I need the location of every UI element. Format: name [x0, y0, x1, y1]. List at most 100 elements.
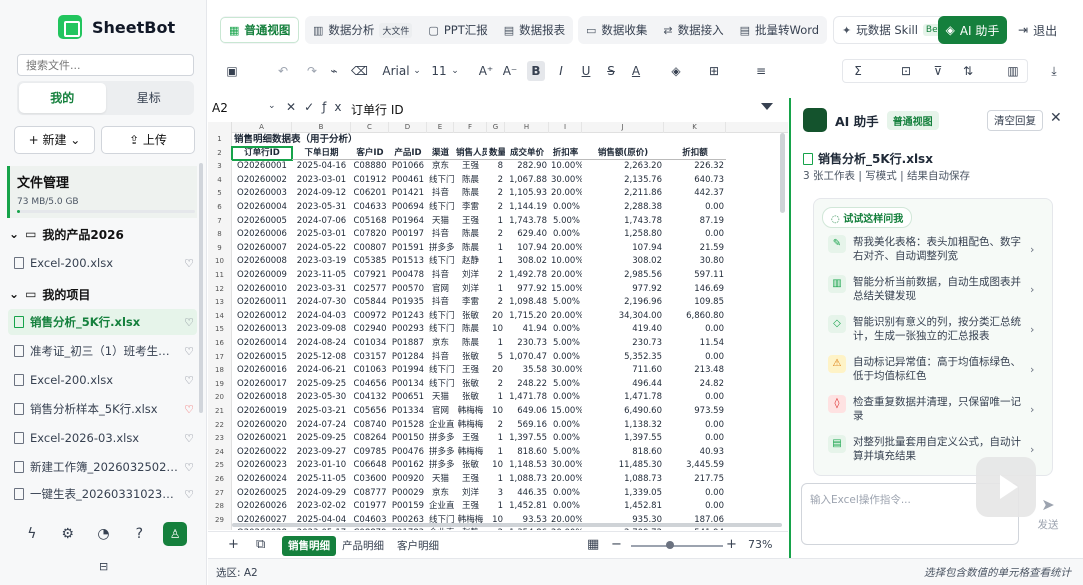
column-header-cell[interactable]: G — [487, 122, 505, 133]
table-cell[interactable]: 1,144.19 — [505, 201, 549, 215]
table-cell[interactable]: 刘洋 — [454, 269, 487, 283]
table-cell[interactable]: 线下门店 — [427, 201, 454, 215]
row-number[interactable]: 21 — [208, 405, 232, 419]
table-cell[interactable]: 1,067.88 — [505, 174, 549, 188]
table-cell[interactable]: P00162 — [389, 459, 427, 473]
table-cell[interactable]: 2,263.20 — [582, 160, 664, 174]
table-cell[interactable]: 2024-09-29 — [292, 487, 351, 501]
table-cell[interactable]: 2024-07-24 — [292, 419, 351, 433]
increase-font-icon[interactable]: A⁺ — [478, 61, 494, 81]
table-cell[interactable]: 李雷 — [454, 201, 487, 215]
table-cell[interactable]: 1,452.81 — [505, 500, 549, 514]
table-cell[interactable]: 20.00% — [549, 310, 582, 324]
table-cell[interactable]: 3,445.59 — [664, 459, 726, 473]
table-cell[interactable]: 天猫 — [427, 391, 454, 405]
table-cell[interactable]: 抖音 — [427, 296, 454, 310]
gear-icon[interactable]: ⚙ — [56, 526, 80, 542]
table-cell[interactable]: 10.00% — [549, 160, 582, 174]
table-cell[interactable]: 2023-03-01 — [292, 174, 351, 188]
column-header-cell[interactable]: B — [292, 122, 351, 133]
table-cell[interactable]: C05385 — [351, 255, 389, 269]
column-header-cell[interactable]: A — [232, 122, 292, 133]
collapse-sidebar-icon[interactable]: ⊟ — [99, 560, 108, 573]
table-cell[interactable]: C03600 — [351, 473, 389, 487]
table-cell[interactable]: 1,492.78 — [505, 269, 549, 283]
add-sheet-icon[interactable]: + — [228, 537, 239, 552]
table-cell[interactable]: 1 — [487, 283, 505, 297]
user-icon[interactable]: ♙ — [163, 522, 188, 546]
grid-vertical-scrollbar[interactable] — [780, 133, 785, 213]
table-cell[interactable]: 34,304.00 — [582, 310, 664, 324]
table-cell[interactable]: 2023-09-08 — [292, 323, 351, 337]
table-cell[interactable]: 419.40 — [582, 323, 664, 337]
table-cell[interactable]: 11.54 — [664, 337, 726, 351]
table-cell[interactable]: 20 — [487, 310, 505, 324]
table-cell[interactable]: C08740 — [351, 419, 389, 433]
table-cell[interactable]: 10 — [487, 459, 505, 473]
sidebar-scrollbar[interactable] — [199, 163, 203, 413]
table-cell[interactable]: 2 — [487, 201, 505, 215]
table-cell[interactable]: 1,452.81 — [582, 500, 664, 514]
table-cell[interactable]: 下单日期 — [292, 147, 351, 161]
table-cell[interactable]: P00159 — [389, 500, 427, 514]
table-cell[interactable]: 0.00 — [664, 487, 726, 501]
table-cell[interactable]: P00478 — [389, 269, 427, 283]
table-cell[interactable]: 2025-12-08 — [292, 351, 351, 365]
table-cell[interactable]: 赵静 — [454, 255, 487, 269]
table-cell[interactable]: 张敏 — [454, 459, 487, 473]
table-cell[interactable]: 2023-05-30 — [292, 391, 351, 405]
table-cell[interactable]: 陈晨 — [454, 323, 487, 337]
table-cell[interactable]: 308.02 — [505, 255, 549, 269]
font-family-select[interactable]: Arial — [380, 61, 412, 81]
table-cell[interactable]: 0.00% — [549, 323, 582, 337]
table-cell[interactable]: P00293 — [389, 323, 427, 337]
row-number[interactable]: 10 — [208, 255, 232, 269]
row-number[interactable]: 17 — [208, 350, 232, 365]
table-cell[interactable]: 2 — [487, 228, 505, 242]
table-cell[interactable]: 973.59 — [664, 405, 726, 419]
file-item[interactable]: 准考证_初三（1）班考生名单... ♡ — [8, 338, 197, 364]
row-number[interactable]: 14 — [208, 309, 232, 324]
table-cell[interactable]: P00920 — [389, 473, 427, 487]
clear-replies-button[interactable]: 清空回复 — [987, 110, 1043, 131]
table-cell[interactable]: 1 — [487, 215, 505, 229]
table-cell[interactable]: 0.00 — [664, 432, 726, 446]
table-cell[interactable]: 2 — [487, 378, 505, 392]
suggestion-item[interactable]: ◇ 智能识别有意义的列，按分类汇总统计，生成一张独立的汇总报表 › — [828, 315, 1048, 349]
table-cell[interactable]: 1,743.78 — [505, 215, 549, 229]
table-cell[interactable]: 京东 — [427, 337, 454, 351]
table-cell[interactable]: 87.19 — [664, 215, 726, 229]
table-cell[interactable]: 0.00% — [549, 432, 582, 446]
table-cell[interactable]: C08879 — [351, 527, 389, 530]
column-header-cell[interactable]: F — [454, 122, 487, 133]
table-cell[interactable]: 1,088.73 — [505, 473, 549, 487]
tab-data-report[interactable]: ▤ 数据报表 — [496, 17, 573, 43]
column-header-cell[interactable]: I — [549, 122, 582, 133]
table-cell[interactable]: 抖音 — [427, 187, 454, 201]
table-cell[interactable]: 刘洋 — [454, 283, 487, 297]
table-cell[interactable]: 226.32 — [664, 160, 726, 174]
row-number[interactable]: 7 — [208, 214, 232, 229]
chevron-down-icon[interactable]: ⌄ — [268, 101, 276, 111]
table-cell[interactable]: 282.90 — [505, 160, 549, 174]
zoom-out-icon[interactable]: − — [611, 537, 622, 552]
formula-icon[interactable]: ⊡ — [898, 61, 914, 81]
table-cell[interactable]: O20260028 — [232, 527, 292, 530]
table-cell[interactable]: 2025-03-01 — [292, 228, 351, 242]
table-cell[interactable]: 渠道 — [427, 147, 454, 161]
table-cell[interactable]: 2025-03-21 — [292, 405, 351, 419]
table-cell[interactable]: 2,288.38 — [582, 201, 664, 215]
table-cell[interactable]: 2025-11-05 — [292, 473, 351, 487]
table-cell[interactable]: 韩梅梅 — [454, 446, 487, 460]
table-cell[interactable]: 线下门店 — [427, 310, 454, 324]
fx-icon[interactable]: ƒx — [322, 100, 349, 114]
save-icon[interactable]: ▣ — [225, 61, 239, 81]
table-cell[interactable]: 0.00% — [549, 201, 582, 215]
table-cell[interactable]: O20260001 — [232, 160, 292, 174]
table-cell[interactable]: 1 — [487, 255, 505, 269]
table-cell[interactable]: P01935 — [389, 296, 427, 310]
table-cell[interactable]: 陈晨 — [454, 187, 487, 201]
table-cell[interactable]: 3 — [487, 487, 505, 501]
table-cell[interactable]: 541.94 — [664, 527, 726, 530]
filter-icon[interactable]: ⊽ — [930, 61, 946, 81]
